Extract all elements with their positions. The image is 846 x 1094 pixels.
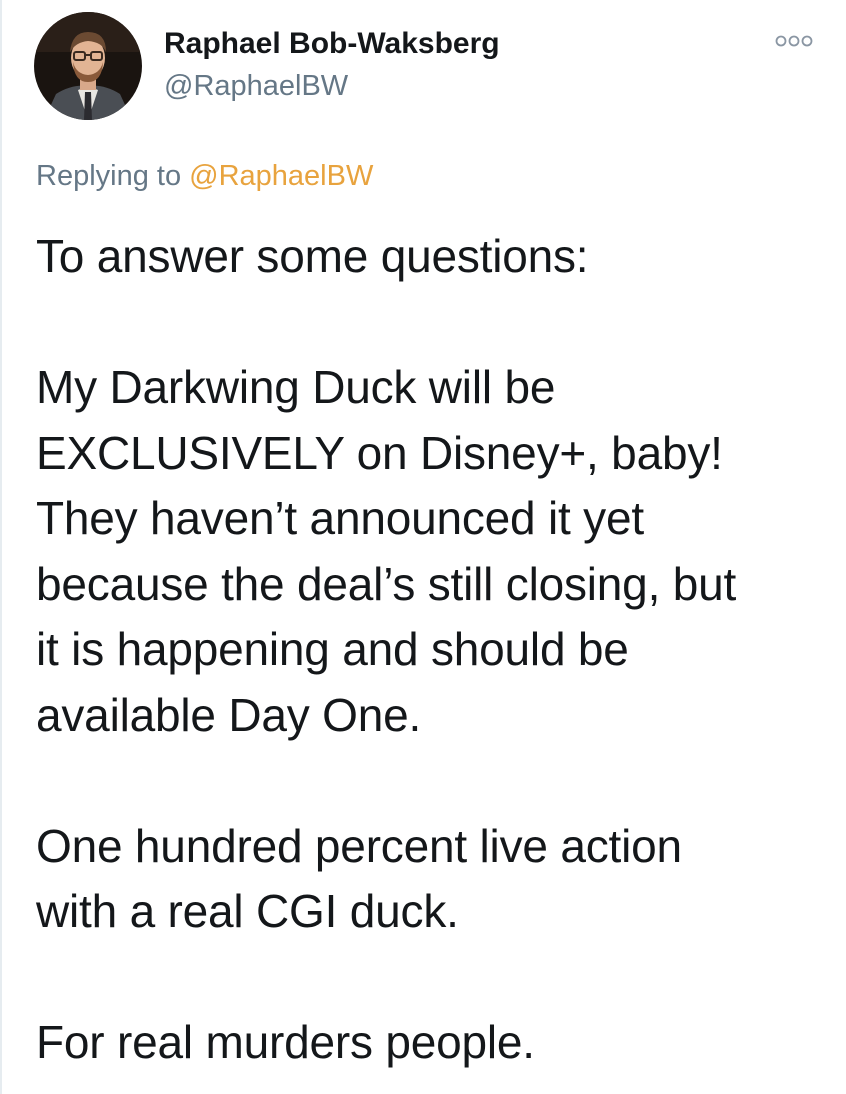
tweet-blank-line — [36, 748, 826, 814]
tweet-line: it is happening and should be — [36, 623, 629, 675]
avatar[interactable] — [34, 12, 142, 120]
author-handle[interactable]: @RaphaelBW — [164, 68, 348, 104]
tweet-blank-line — [36, 290, 826, 356]
avatar-photo — [34, 12, 142, 120]
author-name[interactable]: Raphael Bob-Waksberg — [164, 26, 500, 62]
reply-handle-link[interactable]: @RaphaelBW — [189, 160, 373, 192]
tweet-blank-line — [36, 945, 826, 1011]
tweet-line: EXCLUSIVELY on Disney+, baby! — [36, 426, 723, 479]
tweet-line: available Day One. — [36, 688, 422, 741]
tweet-line: My Darkwing Duck will be — [36, 361, 556, 413]
tweet-line: They haven’t announced it yet — [36, 492, 644, 544]
tweet-text: To answer some questions: My Darkwing Du… — [36, 224, 826, 1076]
more-options-icon — [775, 35, 813, 47]
reply-context: Replying to @RaphaelBW — [36, 158, 373, 194]
tweet-line: with a real CGI duck. — [36, 885, 459, 937]
reply-prefix: Replying to — [36, 160, 190, 192]
tweet-line: One hundred percent live action — [36, 819, 682, 872]
tweet-line: To answer some questions: — [36, 230, 589, 282]
tweet-card: Raphael Bob-Waksberg @RaphaelBW Replying… — [0, 0, 846, 1094]
tweet-line: because the deal’s still closing, but — [36, 557, 737, 610]
tweet-line: For real murders people. — [36, 1016, 535, 1068]
more-options-button[interactable] — [770, 26, 818, 56]
